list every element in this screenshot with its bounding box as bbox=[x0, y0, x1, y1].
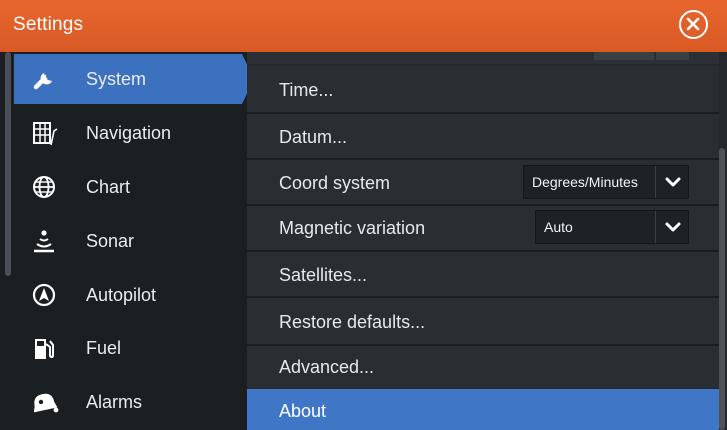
alarm-bell-icon bbox=[32, 390, 59, 416]
sidebar-item-label: Navigation bbox=[86, 123, 172, 143]
row-restore-defaults[interactable]: Restore defaults... bbox=[247, 298, 719, 344]
sidebar-item-label: Autopilot bbox=[86, 285, 157, 305]
row-label: Magnetic variation bbox=[279, 218, 426, 238]
row-label: Coord system bbox=[279, 173, 391, 193]
row-label: Time... bbox=[279, 80, 334, 100]
chevron-down-icon bbox=[655, 166, 690, 198]
close-icon bbox=[686, 17, 700, 31]
row-coord-system[interactable]: Coord system Degrees/Minutes bbox=[247, 160, 719, 204]
row-advanced[interactable]: Advanced... bbox=[247, 346, 719, 388]
row-datum[interactable]: Datum... bbox=[247, 114, 719, 158]
row-label: Restore defaults... bbox=[279, 312, 426, 332]
sidebar-item-system[interactable]: System bbox=[14, 54, 254, 104]
title-bar: Settings bbox=[0, 0, 727, 52]
window-title: Settings bbox=[13, 14, 84, 35]
sidebar-scrollbar[interactable] bbox=[5, 52, 11, 276]
select-value: Degrees/Minutes bbox=[532, 174, 638, 190]
chevron-down-icon bbox=[655, 211, 690, 243]
sidebar-item-chart[interactable]: Chart bbox=[14, 162, 239, 212]
dropdown-partial-chevron bbox=[656, 52, 689, 60]
sidebar-item-sonar[interactable]: Sonar bbox=[14, 216, 239, 266]
fuel-pump-icon bbox=[32, 336, 58, 362]
row-label: Advanced... bbox=[279, 357, 375, 377]
sidebar-item-navigation[interactable]: Navigation bbox=[14, 108, 239, 158]
magnetic-variation-select[interactable]: Auto bbox=[535, 210, 689, 244]
row-satellites[interactable]: Satellites... bbox=[247, 252, 719, 296]
row-magnetic-variation[interactable]: Magnetic variation Auto bbox=[247, 206, 719, 250]
autopilot-icon bbox=[32, 283, 58, 309]
sidebar-item-autopilot[interactable]: Autopilot bbox=[14, 270, 239, 320]
sidebar-item-label: Chart bbox=[86, 177, 131, 197]
sonar-icon bbox=[32, 229, 58, 255]
coord-system-select[interactable]: Degrees/Minutes bbox=[523, 165, 689, 199]
row-label: Datum... bbox=[279, 127, 348, 147]
row-about[interactable]: About bbox=[247, 389, 719, 430]
sidebar-item-label: System bbox=[86, 69, 147, 89]
sidebar-item-label: Fuel bbox=[86, 338, 122, 358]
row-time[interactable]: Time... bbox=[247, 66, 719, 112]
sidebar-item-alarms[interactable]: Alarms bbox=[14, 377, 239, 427]
dropdown-partial bbox=[594, 52, 654, 60]
row-label: Satellites... bbox=[279, 265, 368, 285]
row-label: About bbox=[279, 401, 327, 421]
sidebar-item-label: Sonar bbox=[86, 231, 135, 251]
wrench-icon bbox=[32, 67, 58, 93]
select-value: Auto bbox=[544, 219, 573, 235]
sidebar-item-label: Alarms bbox=[86, 392, 143, 412]
globe-icon bbox=[32, 175, 58, 201]
sidebar-item-fuel[interactable]: Fuel bbox=[14, 323, 239, 373]
panel-scrollbar[interactable] bbox=[719, 148, 725, 430]
navigation-icon bbox=[32, 121, 58, 147]
close-button[interactable] bbox=[679, 10, 708, 39]
